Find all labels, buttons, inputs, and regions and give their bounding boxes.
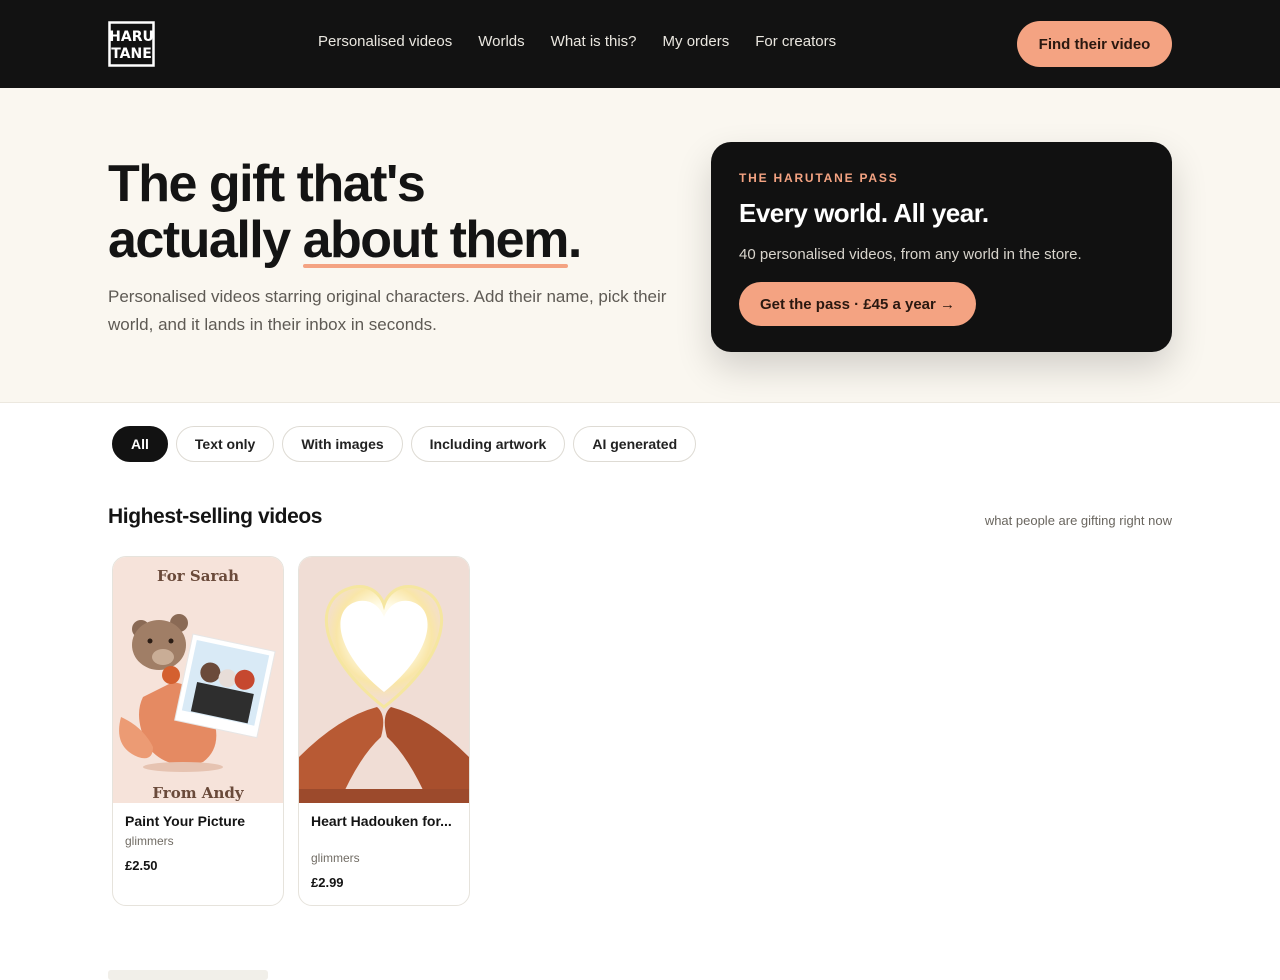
filter-including-artwork[interactable]: Including artwork (410, 426, 566, 462)
nav-worlds[interactable]: Worlds (478, 33, 524, 50)
hero-subtitle: Personalised videos starring original ch… (108, 287, 667, 334)
main-nav: Personalised videos Worlds What is this?… (318, 33, 862, 50)
nav-what-is-this[interactable]: What is this? (551, 33, 637, 50)
product-thumbnail-heart-hands[interactable] (299, 557, 469, 803)
product-price: £2.99 (311, 875, 344, 890)
svg-text:TANE: TANE (111, 46, 152, 62)
thumb-bottom-text: From Andy (152, 784, 244, 802)
section-title: Highest-selling videos (108, 505, 323, 528)
product-card[interactable]: For Sarah From Andy Paint Your Picture g… (112, 556, 284, 906)
section-note: what people are gifting right now (984, 513, 1172, 528)
hero-section: The gift that's actually about them. Per… (0, 88, 1280, 403)
product-card[interactable]: Heart Hadouken for... glimmers £2.99 (298, 556, 470, 906)
nav-personalised-videos[interactable]: Personalised videos (318, 33, 452, 50)
next-section-peek (108, 970, 268, 980)
hero-title-period: . (567, 211, 582, 269)
harutane-logo[interactable]: HARU TANE (108, 21, 156, 67)
pass-kicker: THE HARUTANE PASS (739, 171, 899, 185)
filter-text-only[interactable]: Text only (175, 426, 275, 462)
product-creator[interactable]: glimmers (125, 834, 174, 848)
hero-title-highlight: about them (302, 211, 569, 269)
filter-all[interactable]: All (112, 426, 168, 462)
pass-title: Every world. All year. (739, 198, 989, 228)
hero-title-line2: actually (108, 211, 303, 269)
pass-description: 40 personalised videos, from any world i… (739, 246, 1082, 263)
product-price: £2.50 (125, 858, 158, 873)
filter-chips: All Text only With images Including artw… (112, 426, 704, 462)
filter-with-images[interactable]: With images (282, 426, 403, 462)
hero-title-line1: The gift that's (108, 155, 426, 213)
product-name: Heart Hadouken for... (311, 813, 452, 829)
filter-ai-generated[interactable]: AI generated (573, 426, 697, 462)
product-thumbnail-bear-portrait[interactable]: For Sarah From Andy (113, 557, 283, 803)
hero-title: The gift that's actually about them. (108, 156, 688, 268)
harutane-pass-card: THE HARUTANE PASS Every world. All year.… (711, 142, 1172, 352)
thumb-top-text: For Sarah (157, 567, 239, 585)
find-their-video-button[interactable]: Find their video (1017, 21, 1172, 67)
top-navigation-bar: HARU TANE Personalised videos Worlds Wha… (0, 0, 1280, 88)
product-creator[interactable]: glimmers (311, 851, 360, 865)
product-name: Paint Your Picture (125, 813, 246, 829)
nav-my-orders[interactable]: My orders (663, 33, 730, 50)
nav-for-creators[interactable]: For creators (755, 33, 836, 50)
svg-text:HARU: HARU (109, 29, 154, 45)
get-pass-button[interactable]: Get the pass · £45 a year → (739, 282, 976, 326)
